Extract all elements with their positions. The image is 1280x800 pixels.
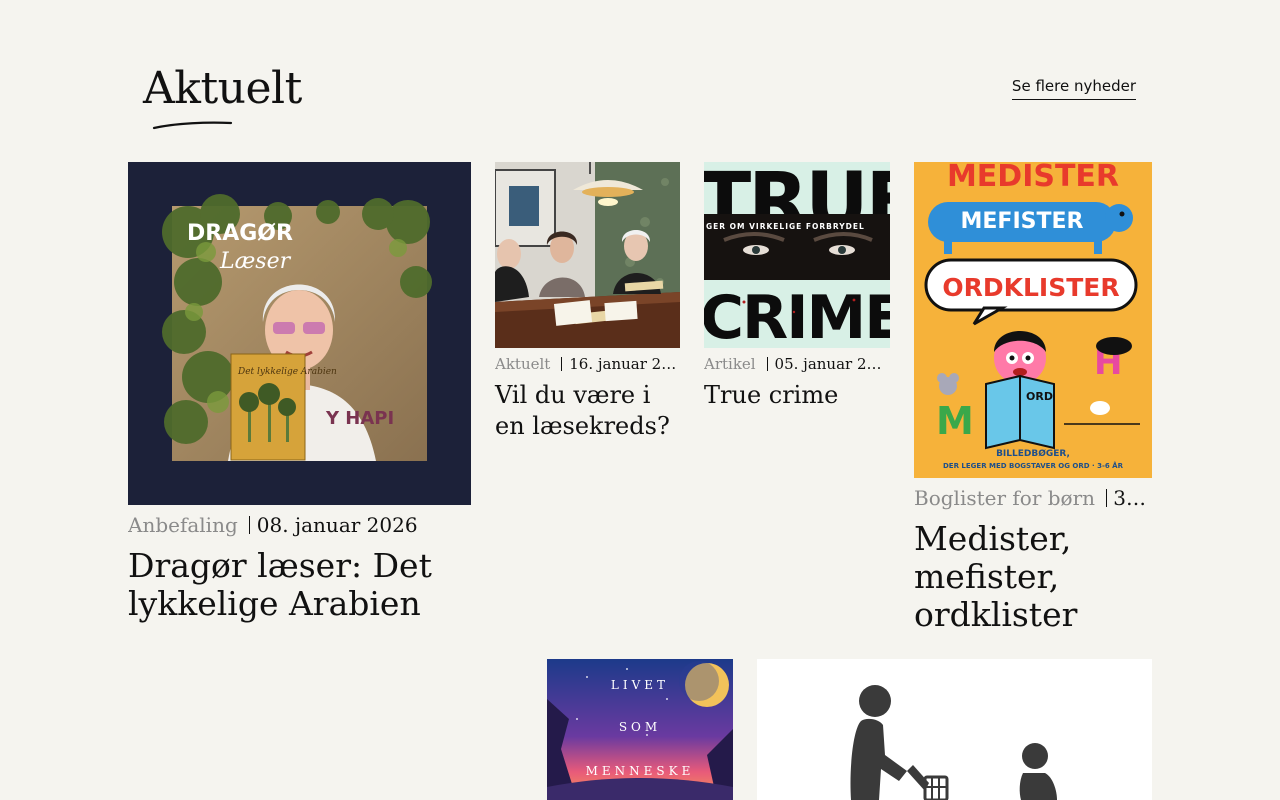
cover-line-2: MEFISTER [961, 209, 1084, 234]
medister-book-cover: MEDISTER MEFISTER ORDKLISTER ORD M H BIL… [914, 162, 1152, 478]
livet-som-menneske-cover: LIVET SOM MENNESKE [547, 659, 733, 800]
card-meta: Artikel 05. januar 2026 [704, 354, 890, 374]
section-title: Aktuelt [143, 63, 302, 114]
book-title: Det lykkelige Arabien [237, 367, 337, 377]
photo-overlay-subtitle: Læser [219, 249, 292, 274]
cover-line-2: SOM [619, 720, 661, 734]
card-image-dragor[interactable]: Y HAPI Det lykkelige Arabien DRAGØR Læse… [128, 162, 471, 505]
meta-divider [561, 357, 563, 371]
card-category[interactable]: Anbefaling [128, 513, 238, 537]
news-card-pictogram[interactable] [757, 659, 1152, 800]
card-headline[interactable]: Vil du være i en læsekreds? [495, 380, 680, 442]
cover-caption-1: BILLEDBØGER, [996, 448, 1070, 459]
card-date: 16. januar 2026 [569, 355, 680, 373]
card-category[interactable]: Aktuelt [495, 355, 550, 373]
news-card-true-crime[interactable]: TRUE GER OM VIRKELIGE FORBRYDEL CRIME Ar… [704, 162, 890, 422]
news-card-medister[interactable]: MEDISTER MEFISTER ORDKLISTER ORD M H BIL… [914, 162, 1152, 642]
card-category[interactable]: Artikel [704, 355, 756, 373]
cover-letter-m: M [936, 399, 974, 443]
news-card-laesekreds[interactable]: Aktuelt 16. januar 2026 Vil du være i en… [495, 162, 680, 452]
title-underline-decoration [152, 121, 233, 130]
meta-divider [766, 357, 768, 371]
card-image-laesekreds[interactable] [495, 162, 680, 348]
cover-book-word: ORD [1026, 390, 1053, 403]
card-image-livet-som-menneske[interactable]: LIVET SOM MENNESKE [547, 659, 733, 800]
true-crime-cover: TRUE GER OM VIRKELIGE FORBRYDEL CRIME [704, 162, 890, 348]
see-more-news-link[interactable]: Se flere nyheder [1011, 77, 1136, 100]
card-headline[interactable]: True crime [704, 380, 890, 411]
card-date: 30. december 2025 [1113, 486, 1146, 510]
card-image-true-crime[interactable]: TRUE GER OM VIRKELIGE FORBRYDEL CRIME [704, 162, 890, 348]
cover-line-1: LIVET [611, 678, 669, 692]
dragor-photo: Y HAPI Det lykkelige Arabien DRAGØR Læse… [162, 194, 432, 461]
reading-group-photo [495, 162, 680, 348]
cover-line-3: ORDKLISTER [942, 273, 1119, 302]
shopping-person-icon [850, 685, 1057, 800]
cover-banner: GER OM VIRKELIGE FORBRYDEL [706, 222, 865, 231]
photo-overlay-title: DRAGØR [187, 221, 293, 246]
shirt-text: Y HAPI [325, 408, 394, 429]
cover-line-1: MEDISTER [947, 162, 1119, 194]
card-date: 05. januar 2026 [774, 355, 890, 373]
card-image-pictogram[interactable] [757, 659, 1152, 800]
cover-caption-2: DER LEGER MED BOGSTAVER OG ORD · 3-6 ÅR [943, 461, 1124, 470]
meta-divider [248, 516, 250, 534]
card-meta: Aktuelt 16. januar 2026 [495, 354, 680, 374]
news-card-dragor[interactable]: Y HAPI Det lykkelige Arabien DRAGØR Læse… [128, 162, 471, 632]
cover-line-3: MENNESKE [586, 764, 695, 778]
cover-word-bottom: CRIME [704, 283, 890, 348]
card-image-medister[interactable]: MEDISTER MEFISTER ORDKLISTER ORD M H BIL… [914, 162, 1152, 478]
card-meta: Boglister for børn 30. december 2025 [914, 485, 1146, 511]
card-date: 08. januar 2026 [256, 513, 418, 537]
card-meta: Anbefaling 08. januar 2026 [128, 512, 471, 538]
card-headline[interactable]: Medister, mefister, ordklister [914, 520, 1114, 634]
card-category[interactable]: Boglister for børn [914, 486, 1095, 510]
news-card-livet-som-menneske[interactable]: LIVET SOM MENNESKE [547, 659, 733, 800]
card-headline[interactable]: Dragør læser: Det lykkelige Arabien [128, 547, 471, 623]
